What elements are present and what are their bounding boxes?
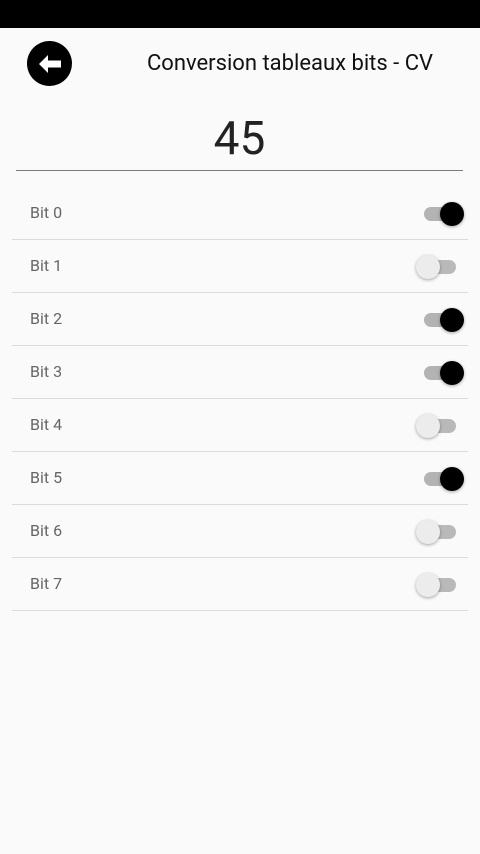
bit-1-toggle[interactable] [416,255,464,279]
bit-row-5: Bit 5 [12,452,468,505]
switch-thumb [440,308,464,332]
back-button[interactable] [27,41,72,86]
bit-row-1: Bit 1 [12,240,468,293]
bit-row-3: Bit 3 [12,346,468,399]
bit-3-toggle[interactable] [416,361,464,385]
switch-thumb [440,361,464,385]
bit-row-4: Bit 4 [12,399,468,452]
bit-label: Bit 0 [30,203,63,222]
switch-thumb [416,414,440,438]
arrow-left-icon [38,54,61,73]
bit-row-6: Bit 6 [12,505,468,558]
bit-label: Bit 6 [30,521,63,540]
bit-6-toggle[interactable] [416,520,464,544]
switch-thumb [440,467,464,491]
bit-4-toggle[interactable] [416,414,464,438]
switch-thumb [416,573,440,597]
page-title: Conversion tableaux bits - CV [146,51,434,76]
bit-label: Bit 3 [30,362,63,381]
status-bar [0,0,480,28]
bit-label: Bit 4 [30,415,63,434]
switch-thumb [416,520,440,544]
bit-label: Bit 1 [30,256,63,275]
bit-label: Bit 7 [30,574,63,593]
cv-value-input[interactable]: 45 [16,108,463,171]
bit-row-0: Bit 0 [12,187,468,240]
app-header: Conversion tableaux bits - CV [0,28,480,100]
bit-2-toggle[interactable] [416,308,464,332]
bit-0-toggle[interactable] [416,202,464,226]
bit-row-2: Bit 2 [12,293,468,346]
bit-list: Bit 0 Bit 1 Bit 2 Bit 3 Bit 4 Bit 5 Bit … [12,187,468,611]
bit-5-toggle[interactable] [416,467,464,491]
switch-thumb [416,255,440,279]
bit-label: Bit 2 [30,309,63,328]
bit-7-toggle[interactable] [416,573,464,597]
bit-label: Bit 5 [30,468,63,487]
bit-row-7: Bit 7 [12,558,468,611]
switch-thumb [440,202,464,226]
